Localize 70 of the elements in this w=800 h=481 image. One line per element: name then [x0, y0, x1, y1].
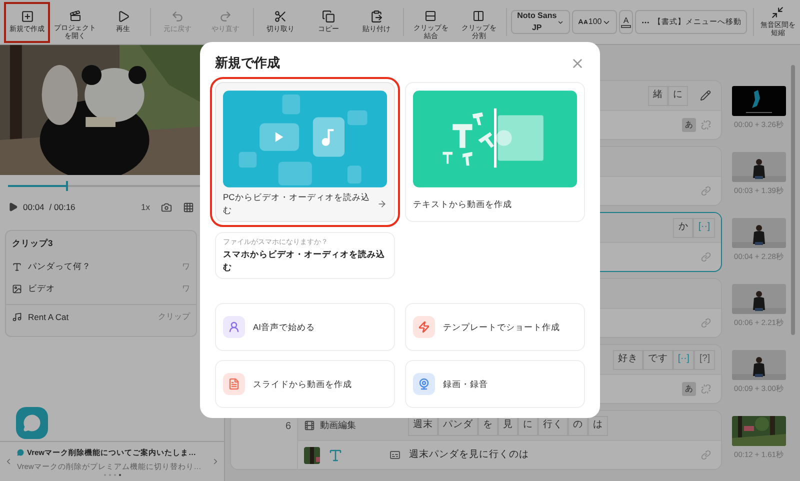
clip-label: 動画編集 [320, 418, 356, 432]
columns-icon [472, 10, 486, 22]
redo-icon [219, 10, 232, 22]
link-icon[interactable] [701, 318, 711, 328]
font-select[interactable]: Noto Sans JP [510, 10, 570, 34]
word-chip[interactable]: 好き [612, 350, 643, 370]
chevron-left-icon[interactable] [4, 457, 13, 466]
word-chip[interactable]: です [642, 350, 673, 370]
clip-item-label: ビデオ [28, 282, 56, 296]
start-option-card[interactable]: AI音声で始める [215, 303, 395, 351]
clip-item-label: パンダって何？ [28, 260, 92, 274]
clip-title: クリップ3 [11, 237, 54, 250]
scissors-icon [274, 10, 287, 22]
kana-badge[interactable]: あ [682, 382, 696, 396]
scrollbar[interactable] [791, 65, 795, 335]
music-note-icon [12, 312, 22, 322]
clip-card[interactable]: 6 動画編集 週末 パンダ を 見 に 行く の は 週末パンダを見に行くのは [230, 410, 722, 470]
word-chip[interactable]: か [673, 218, 694, 238]
chat-button[interactable] [16, 407, 48, 439]
unlink-icon[interactable] [701, 384, 711, 394]
text-size-icon [578, 17, 588, 27]
word-chip[interactable]: に [668, 86, 688, 106]
play-icon [116, 10, 130, 22]
text-icon [12, 262, 22, 272]
kana-badge[interactable]: あ [682, 118, 696, 132]
clip-item-value: クリップ [158, 311, 190, 324]
font-size-select[interactable]: 100 [572, 10, 617, 34]
clip-item-label: Rent A Cat [28, 310, 70, 324]
dialog-title: 新規で作成 [215, 54, 280, 72]
link-icon[interactable] [701, 450, 711, 460]
snapshot-icon[interactable] [161, 202, 172, 212]
current-time: 00:04 [23, 200, 44, 214]
video-clip-icon [304, 420, 315, 431]
undo-icon [171, 10, 184, 22]
create-option-card[interactable]: テキストから動画を作成 [405, 82, 585, 222]
start-option-card[interactable]: スライドから動画を作成 [215, 360, 395, 408]
person-voice-icon [223, 316, 245, 338]
link-icon[interactable] [701, 186, 711, 196]
play-icon[interactable] [8, 202, 18, 212]
clip-item-value: ワ [182, 260, 190, 273]
grid-icon[interactable] [183, 202, 194, 212]
subtitle-icon [389, 449, 401, 461]
word-chip[interactable]: 緒 [648, 86, 668, 106]
pencil-icon[interactable] [700, 90, 711, 101]
link-icon[interactable] [701, 252, 711, 262]
chevron-right-icon[interactable] [211, 457, 220, 466]
clipboard-icon [370, 10, 383, 22]
compress-icon [771, 6, 784, 18]
unlink-icon[interactable] [701, 120, 711, 130]
copy-icon [322, 10, 335, 22]
subtitle-text: 週末パンダを見に行くのは [409, 448, 529, 462]
total-time: / 00:16 [49, 200, 76, 214]
clip-number: 6 [285, 420, 291, 434]
clip-item-value: ワ [182, 282, 190, 295]
clapperboard-icon [68, 10, 82, 22]
webcam-icon [413, 373, 435, 395]
notice-icon [17, 449, 24, 456]
start-option-card[interactable]: 録画・録音 [405, 360, 585, 408]
progress-thumb[interactable] [66, 181, 68, 191]
speed-button[interactable]: 1x [141, 200, 150, 214]
text-icon[interactable] [328, 448, 343, 462]
start-option-card[interactable]: テンプレートでショート作成 [405, 303, 585, 351]
slide-icon [223, 373, 245, 395]
plus-icon [20, 10, 34, 22]
shorts-icon [413, 316, 435, 338]
video-icon [12, 284, 22, 294]
text-color-button[interactable]: A [618, 10, 634, 34]
chat-icon [23, 414, 41, 432]
rows-icon [424, 10, 438, 22]
arrow-right-icon [377, 199, 387, 209]
